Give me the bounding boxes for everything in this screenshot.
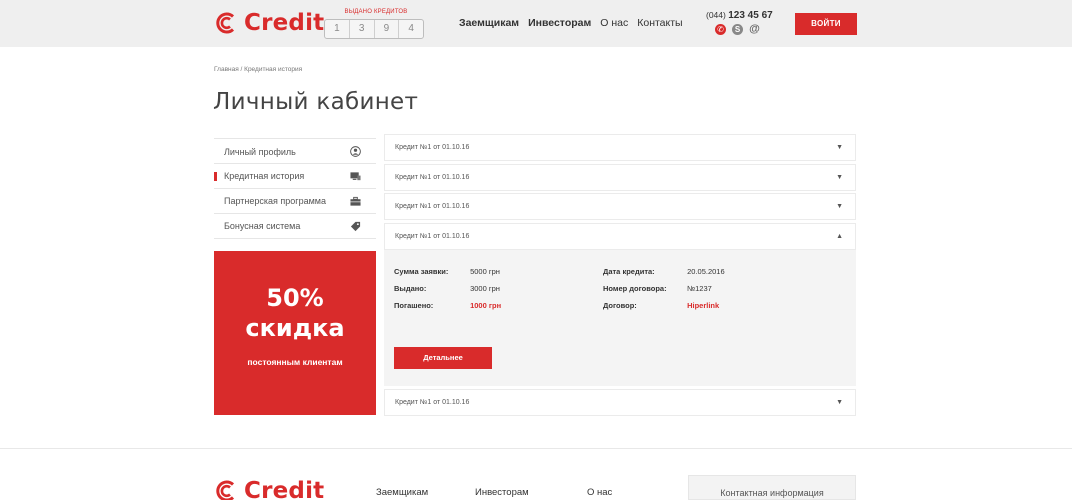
sidebar-item-label: Кредитная история [224, 171, 305, 181]
phone-icon[interactable]: ✆ [715, 24, 726, 35]
header-logo[interactable]: Credit [214, 10, 324, 36]
detail-value: 20.05.2016 [687, 267, 725, 276]
credit-item: Кредит №1 от 01.10.16 ▼ [384, 134, 856, 161]
footer-nav-borrowers-link[interactable]: Заемщикам [376, 487, 428, 498]
detail-value: 1000 грн [470, 301, 502, 310]
detail-label: Номер договора: [603, 284, 667, 293]
detail-value: 5000 грн [470, 267, 500, 276]
footer-logo[interactable]: Credit [214, 478, 324, 500]
breadcrumb[interactable]: Главная / Кредитная история [214, 66, 302, 73]
sidebar-item-bonus-system[interactable]: Бонусная система [214, 214, 376, 239]
contract-link[interactable]: Hiperlink [687, 301, 719, 310]
chevron-down-icon[interactable]: ▼ [836, 194, 843, 219]
logo-text: Credit [244, 10, 325, 36]
credit-item-header[interactable]: Кредит №1 от 01.10.16 ▼ [384, 134, 856, 161]
sidebar-menu: Личный профиль Кредитная история Партнер… [214, 138, 376, 239]
detail-label: Выдано: [394, 284, 427, 293]
credit-item-header[interactable]: Кредит №1 от 01.10.16 ▼ [384, 193, 856, 220]
tag-icon [350, 221, 361, 232]
credit-item: Кредит №1 от 01.10.16 ▼ [384, 389, 856, 416]
credit-logo-icon [214, 11, 238, 35]
detail-value: 3000 грн [470, 284, 500, 293]
promo-percent: 50% [266, 284, 324, 312]
sidebar-item-label: Бонусная система [224, 221, 301, 231]
contact-info-box[interactable]: Контактная информация [688, 475, 856, 500]
credit-item: Кредит №1 от 01.10.16 ▼ [384, 193, 856, 220]
credit-item-title: Кредит №1 от 01.10.16 [395, 233, 470, 240]
detail-contract: Договор: Hiperlink [603, 301, 719, 310]
promo-word: скидка [245, 314, 345, 342]
credit-item-title: Кредит №1 от 01.10.16 [395, 174, 470, 181]
chevron-down-icon[interactable]: ▼ [836, 135, 843, 160]
top-header: Credit ВЫДАНО КРЕДИТОВ 1 3 9 4 Заемщикам… [0, 0, 1072, 47]
counter-caption: ВЫДАНО КРЕДИТОВ [344, 9, 408, 15]
credit-item: Кредит №1 от 01.10.16 ▼ [384, 164, 856, 191]
details-button[interactable]: Детальнее [394, 347, 492, 369]
credit-logo-icon [214, 479, 238, 500]
counter-digit: 3 [350, 20, 375, 38]
sidebar-item-partner-program[interactable]: Партнерская программа [214, 189, 376, 214]
discount-promo-banner[interactable]: 50% скидка постоянным клиентам [214, 251, 376, 415]
detail-label: Договор: [603, 301, 637, 310]
credit-item-header[interactable]: Кредит №1 от 01.10.16 ▼ [384, 164, 856, 191]
skype-icon[interactable]: S [732, 24, 743, 35]
briefcase-icon [350, 196, 361, 207]
phone-digits: 123 45 67 [728, 10, 773, 21]
credit-item-header[interactable]: Кредит №1 от 01.10.16 ▼ [384, 389, 856, 416]
detail-value: №1237 [687, 284, 712, 293]
phone-number[interactable]: (044) 123 45 67 [706, 10, 776, 21]
detail-issued: Выдано: 3000 грн [394, 284, 500, 293]
credits-counter: ВЫДАНО КРЕДИТОВ 1 3 9 4 [324, 8, 424, 39]
page-title: Личный кабинет [213, 89, 419, 115]
nav-investors-link[interactable]: Инвесторам [528, 17, 591, 29]
phone-code: (044) [706, 10, 726, 20]
sidebar-item-label: Личный профиль [224, 147, 296, 157]
credit-item-expanded: Кредит №1 от 01.10.16 ▲ [384, 223, 856, 250]
user-icon [350, 146, 361, 157]
footer-nav-investors-link[interactable]: Инвесторам [475, 487, 529, 498]
chevron-up-icon[interactable]: ▲ [836, 224, 843, 249]
counter-digits: 1 3 9 4 [324, 19, 424, 39]
promo-subtitle: постоянным клиентам [247, 357, 343, 367]
counter-digit: 1 [325, 20, 350, 38]
nav-borrowers-link[interactable]: Заемщикам [459, 17, 519, 29]
sidebar-item-credit-history[interactable]: Кредитная история [214, 164, 376, 189]
sidebar-item-profile[interactable]: Личный профиль [214, 138, 376, 164]
footer-nav-about-link[interactable]: О нас [587, 487, 612, 498]
counter-digit: 4 [408, 23, 414, 34]
footer-divider [0, 448, 1072, 449]
detail-repaid: Погашено: 1000 грн [394, 301, 501, 310]
detail-contract-number: Номер договора: №1237 [603, 284, 712, 293]
credit-item-title: Кредит №1 от 01.10.16 [395, 203, 470, 210]
chevron-down-icon[interactable]: ▼ [836, 390, 843, 415]
counter-digit: 9 [375, 20, 400, 38]
email-icon[interactable]: @ [749, 24, 760, 35]
nav-contacts-link[interactable]: Контакты [637, 17, 682, 29]
detail-label: Сумма заявки: [394, 267, 449, 276]
contact-icons: ✆ S @ [715, 24, 776, 35]
header-contacts: (044) 123 45 67 ✆ S @ [706, 10, 776, 35]
credit-item-title: Кредит №1 от 01.10.16 [395, 399, 470, 406]
login-button[interactable]: ВОЙТИ [795, 13, 857, 35]
detail-label: Дата кредита: [603, 267, 655, 276]
detail-date: Дата кредита: 20.05.2016 [603, 267, 725, 276]
credit-item-title: Кредит №1 от 01.10.16 [395, 144, 470, 151]
detail-amount: Сумма заявки: 5000 грн [394, 267, 500, 276]
credit-item-header[interactable]: Кредит №1 от 01.10.16 ▲ [384, 223, 856, 250]
main-nav: Заемщикам Инвесторам О нас Контакты [459, 17, 692, 29]
credit-details-panel: Сумма заявки: 5000 грн Выдано: 3000 грн … [384, 250, 856, 386]
sidebar-item-label: Партнерская программа [224, 196, 326, 206]
chevron-down-icon[interactable]: ▼ [836, 165, 843, 190]
monitor-icon [350, 171, 361, 182]
nav-about-link[interactable]: О нас [600, 17, 628, 29]
detail-label: Погашено: [394, 301, 434, 310]
logo-text: Credit [244, 478, 325, 500]
